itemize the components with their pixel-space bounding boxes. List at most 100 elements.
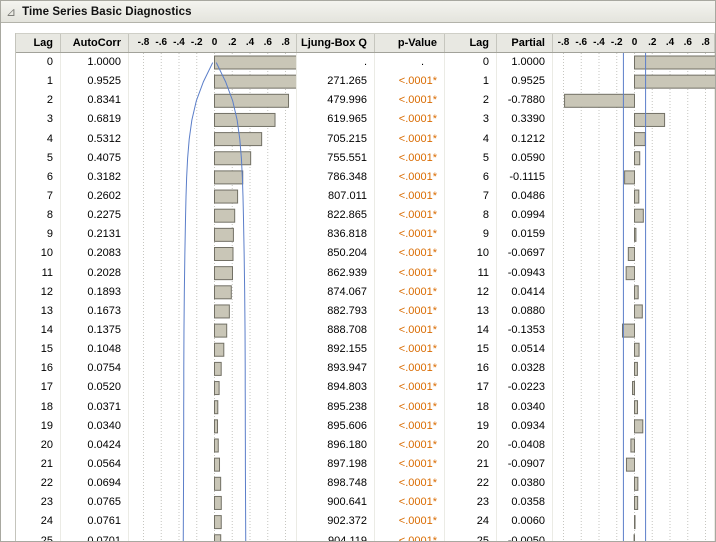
lag-cell: 9	[15, 225, 61, 244]
acf-chart-cell	[129, 493, 297, 512]
p-value-cell: <.0001*	[375, 187, 445, 206]
partial-cell: -0.0408	[497, 436, 553, 455]
acf-chart-cell	[129, 455, 297, 474]
table-row: 50.4075755.551<.0001*50.0590	[15, 149, 715, 168]
table-row: 60.3182786.348<.0001*6-0.1115	[15, 168, 715, 187]
lag2-cell: 1	[445, 72, 497, 91]
lag2-cell: 18	[445, 398, 497, 417]
ljung-box-cell: 836.818	[297, 225, 375, 244]
lag2-cell: 3	[445, 110, 497, 129]
autocorr-cell: 0.2028	[61, 264, 129, 283]
partial-cell: 0.0934	[497, 417, 553, 436]
autocorr-cell: 0.5312	[61, 130, 129, 149]
ljung-box-cell: 822.865	[297, 206, 375, 225]
p-value-cell: <.0001*	[375, 130, 445, 149]
table-row: 150.1048892.155<.0001*150.0514	[15, 340, 715, 359]
partial-cell: 0.0486	[497, 187, 553, 206]
table-row: 180.0371895.238<.0001*180.0340	[15, 398, 715, 417]
p-value-cell: <.0001*	[375, 244, 445, 263]
ljung-box-cell: 786.348	[297, 168, 375, 187]
disclosure-triangle-icon[interactable]: ⊿	[6, 6, 16, 18]
table-row: 120.1893874.067<.0001*120.0414	[15, 283, 715, 302]
panel-title-bar: ⊿ Time Series Basic Diagnostics	[1, 1, 715, 23]
lag-cell: 4	[15, 130, 61, 149]
lag-cell: 18	[15, 398, 61, 417]
p-value-cell: <.0001*	[375, 493, 445, 512]
table-row: 230.0765900.641<.0001*230.0358	[15, 493, 715, 512]
lag-cell: 13	[15, 302, 61, 321]
autocorr-cell: 0.8341	[61, 91, 129, 110]
lag-cell: 21	[15, 455, 61, 474]
pacf-chart-cell	[553, 455, 715, 474]
pacf-chart-cell	[553, 436, 715, 455]
lag-cell: 15	[15, 340, 61, 359]
pacf-chart-cell	[553, 398, 715, 417]
table-body: 01.0000..01.000010.9525271.265<.0001*10.…	[15, 53, 715, 542]
ljung-box-cell: 755.551	[297, 149, 375, 168]
autocorr-cell: 0.1893	[61, 283, 129, 302]
pacf-chart-cell	[553, 53, 715, 72]
autocorr-cell: 1.0000	[61, 53, 129, 72]
pacf-chart-cell	[553, 91, 715, 110]
ljung-box-cell: 904.119	[297, 532, 375, 542]
autocorr-cell: 0.0694	[61, 474, 129, 493]
acf-chart-cell	[129, 302, 297, 321]
table-row: 130.1673882.793<.0001*130.0880	[15, 302, 715, 321]
axis-tick-label: .8	[696, 34, 716, 52]
ljung-box-cell: 850.204	[297, 244, 375, 263]
lag-cell: 7	[15, 187, 61, 206]
lag2-cell: 21	[445, 455, 497, 474]
lag-cell: 0	[15, 53, 61, 72]
autocorr-cell: 0.1375	[61, 321, 129, 340]
partial-cell: -0.1115	[497, 168, 553, 187]
table-row: 80.2275822.865<.0001*80.0994	[15, 206, 715, 225]
acf-chart-cell	[129, 532, 297, 542]
autocorr-cell: 0.2083	[61, 244, 129, 263]
partial-cell: 0.0060	[497, 512, 553, 531]
acf-chart-cell	[129, 417, 297, 436]
acf-chart-cell	[129, 149, 297, 168]
col-header-lag-2: Lag	[445, 34, 497, 52]
acf-axis-header: -.8-.6-.4-.20.2.4.6.8	[129, 34, 297, 52]
acf-chart-cell	[129, 187, 297, 206]
ljung-box-cell: 271.265	[297, 72, 375, 91]
partial-cell: 0.9525	[497, 72, 553, 91]
p-value-cell: <.0001*	[375, 225, 445, 244]
p-value-cell: <.0001*	[375, 417, 445, 436]
acf-chart-cell	[129, 359, 297, 378]
p-value-cell: <.0001*	[375, 149, 445, 168]
table-row: 110.2028862.939<.0001*11-0.0943	[15, 264, 715, 283]
acf-chart-cell	[129, 283, 297, 302]
ljung-box-cell: 892.155	[297, 340, 375, 359]
lag2-cell: 12	[445, 283, 497, 302]
lag2-cell: 5	[445, 149, 497, 168]
table-row: 10.9525271.265<.0001*10.9525	[15, 72, 715, 91]
acf-chart-cell	[129, 340, 297, 359]
lag2-cell: 2	[445, 91, 497, 110]
pacf-chart-cell	[553, 321, 715, 340]
p-value-cell: <.0001*	[375, 302, 445, 321]
table-left-border	[15, 33, 16, 541]
lag-cell: 2	[15, 91, 61, 110]
lag2-cell: 20	[445, 436, 497, 455]
partial-cell: 0.0380	[497, 474, 553, 493]
lag2-cell: 25	[445, 532, 497, 542]
autocorr-cell: 0.2602	[61, 187, 129, 206]
pacf-chart-cell	[553, 130, 715, 149]
lag2-cell: 19	[445, 417, 497, 436]
table-row: 200.0424896.180<.0001*20-0.0408	[15, 436, 715, 455]
ljung-box-cell: 862.939	[297, 264, 375, 283]
lag2-cell: 7	[445, 187, 497, 206]
lag2-cell: 22	[445, 474, 497, 493]
p-value-cell: <.0001*	[375, 168, 445, 187]
pacf-chart-cell	[553, 417, 715, 436]
table-row: 240.0761902.372<.0001*240.0060	[15, 512, 715, 531]
table-row: 100.2083850.204<.0001*10-0.0697	[15, 244, 715, 263]
acf-chart-cell	[129, 398, 297, 417]
lag-cell: 10	[15, 244, 61, 263]
partial-cell: -0.1353	[497, 321, 553, 340]
acf-chart-cell	[129, 168, 297, 187]
lag-cell: 20	[15, 436, 61, 455]
lag2-cell: 10	[445, 244, 497, 263]
autocorr-cell: 0.6819	[61, 110, 129, 129]
